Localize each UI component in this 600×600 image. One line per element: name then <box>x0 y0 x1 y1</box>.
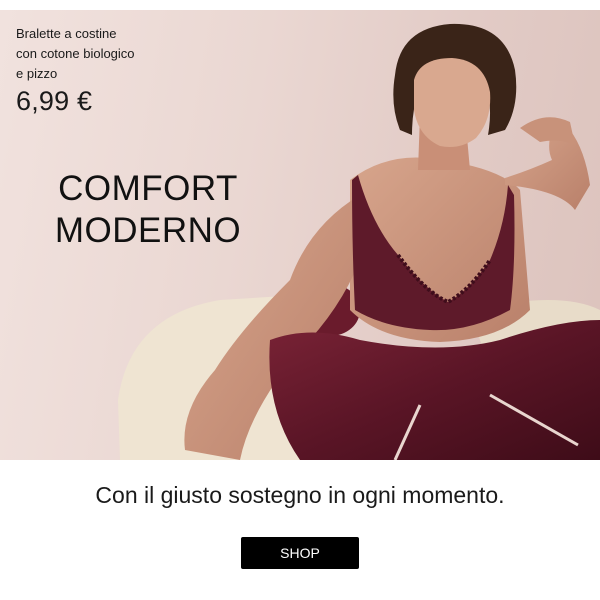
product-price: 6,99 € <box>16 86 93 116</box>
hero-headline-line-1: COMFORT <box>58 169 238 208</box>
product-description-line-3: e pizzo <box>16 66 58 81</box>
product-description-line-2: con cotone biologico <box>16 46 135 61</box>
hero-headline: COMFORT MODERNO <box>48 168 248 252</box>
tagline: Con il giusto sostegno in ogni momento. <box>95 482 505 508</box>
hero-headline-line-2: MODERNO <box>54 211 242 250</box>
shop-button[interactable]: SHOP <box>241 537 359 569</box>
product-info: Bralette a costine con cotone biologico … <box>16 24 135 116</box>
product-description-line-1: Bralette a costine <box>16 26 117 41</box>
hero-banner[interactable]: Bralette a costine con cotone biologico … <box>0 10 600 460</box>
